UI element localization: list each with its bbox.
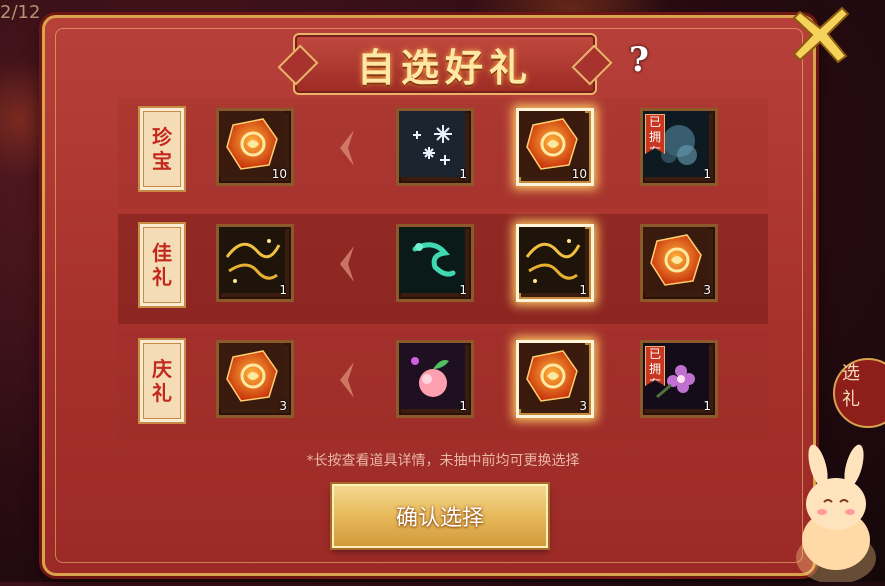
item-count: 3	[579, 399, 587, 413]
tier-tag: 佳礼	[138, 222, 186, 308]
chevron-left-icon	[336, 244, 356, 284]
item-count: 10	[271, 167, 287, 181]
tier-tag-char: 庆	[152, 357, 172, 381]
title-plate: 自选好礼	[293, 33, 597, 95]
reward-option-slot[interactable]: 3	[640, 224, 718, 302]
item-count: 1	[703, 399, 711, 413]
help-icon[interactable]: ?	[624, 42, 654, 78]
progress-counter: 2/12	[0, 2, 41, 23]
reward-option-slot[interactable]: 1	[396, 108, 474, 186]
close-button[interactable]	[790, 4, 852, 66]
item-count: 1	[279, 283, 287, 297]
reward-option-slot[interactable]: 已拥有 1	[640, 108, 718, 186]
reward-option-slot[interactable]: 1	[516, 224, 594, 302]
side-badge-char: 选	[842, 363, 860, 384]
side-badge-char: 礼	[842, 389, 860, 410]
tier-tag-char: 宝	[152, 149, 172, 173]
reward-option-slot[interactable]: 3	[516, 340, 594, 418]
hint-note: *长按查看道具详情，未抽中前均可更换选择	[306, 453, 580, 469]
owned-badge: 已拥有	[645, 114, 665, 154]
chevron-left-icon	[336, 360, 356, 400]
item-count: 3	[279, 399, 287, 413]
rabbit-mascot	[788, 440, 885, 584]
gift-tier-row: 庆礼 3 1 3 已拥有 1	[118, 330, 768, 440]
confirm-selection-button[interactable]: 确认选择	[332, 484, 548, 548]
owned-badge: 已拥有	[645, 346, 665, 386]
item-count: 1	[459, 283, 467, 297]
close-icon	[792, 6, 850, 64]
selected-reward-slot[interactable]: 3	[216, 340, 294, 418]
confirm-selection-label: 确认选择	[395, 506, 484, 531]
reward-option-slot[interactable]: 10	[516, 108, 594, 186]
tier-tag-char: 佳	[152, 241, 172, 265]
selected-reward-slot[interactable]: 10	[216, 108, 294, 186]
chevron-left-icon	[336, 128, 356, 168]
gift-tier-row: 珍宝 10 1 10 已拥有 1	[118, 98, 768, 208]
item-count: 1	[703, 167, 711, 181]
tier-tag: 庆礼	[138, 338, 186, 424]
gift-tier-row: 佳礼 1 1 1 3	[118, 214, 768, 324]
tier-tag-char: 礼	[152, 265, 172, 289]
tier-tag-char: 珍	[152, 125, 172, 149]
item-count: 1	[459, 399, 467, 413]
item-count: 1	[579, 283, 587, 297]
reward-option-slot[interactable]: 1	[396, 224, 474, 302]
tier-tag: 珍宝	[138, 106, 186, 192]
item-count: 3	[703, 283, 711, 297]
reward-option-slot[interactable]: 1	[396, 340, 474, 418]
selected-reward-slot[interactable]: 1	[216, 224, 294, 302]
side-event-badge[interactable]: 选 礼	[816, 345, 885, 440]
reward-option-slot[interactable]: 已拥有 1	[640, 340, 718, 418]
dialog-title: 自选好礼	[356, 44, 533, 90]
tier-tag-char: 礼	[152, 381, 172, 405]
item-count: 1	[459, 167, 467, 181]
item-count: 10	[571, 167, 587, 181]
